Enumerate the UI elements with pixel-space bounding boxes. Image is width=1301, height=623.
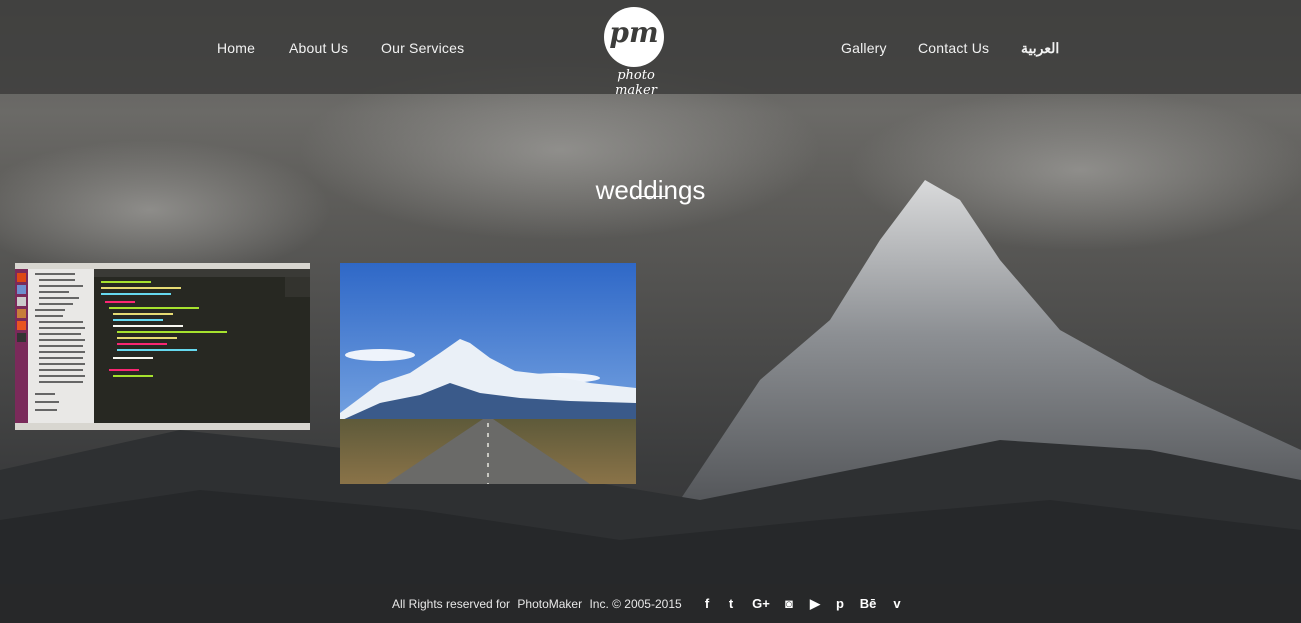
- pinterest-icon[interactable]: p: [831, 595, 849, 613]
- footer-brand-link[interactable]: PhotoMaker: [517, 597, 582, 611]
- code-editor-screenshot-thumbnail: [15, 263, 310, 430]
- behance-icon[interactable]: Bē: [857, 595, 879, 613]
- nav-contact-us[interactable]: Contact Us: [918, 40, 989, 56]
- nav-about-us[interactable]: About Us: [289, 40, 348, 56]
- twitter-icon[interactable]: t: [722, 595, 740, 613]
- footer-copyright: All Rights reserved for PhotoMaker Inc. …: [392, 597, 686, 611]
- instagram-icon[interactable]: ◙: [780, 595, 798, 613]
- mountain-road-thumbnail: [340, 263, 636, 484]
- nav-gallery[interactable]: Gallery: [841, 40, 887, 56]
- gallery-item-1[interactable]: [15, 263, 310, 430]
- logo-mark: pm: [609, 16, 659, 49]
- vimeo-icon[interactable]: v: [888, 595, 906, 613]
- logo-text: photo maker: [615, 68, 657, 98]
- google-plus-icon[interactable]: G+: [750, 595, 772, 613]
- title-underline: [636, 196, 666, 197]
- footer-rights: All Rights reserved for: [392, 597, 511, 611]
- logo[interactable]: pm photo maker: [597, 6, 675, 98]
- site-footer: All Rights reserved for PhotoMaker Inc. …: [0, 584, 1301, 623]
- youtube-icon[interactable]: ▶: [806, 595, 824, 613]
- footer-copyright-years: Inc. © 2005-2015: [589, 597, 682, 611]
- site-header: Home About Us Our Services Gallery Conta…: [0, 0, 1301, 98]
- nav-arabic[interactable]: العربية: [1021, 40, 1059, 57]
- gallery-item-2[interactable]: [340, 263, 636, 484]
- facebook-icon[interactable]: f: [698, 595, 716, 613]
- nav-our-services[interactable]: Our Services: [381, 40, 464, 56]
- nav-home[interactable]: Home: [217, 40, 255, 56]
- page-title: weddings: [595, 175, 706, 206]
